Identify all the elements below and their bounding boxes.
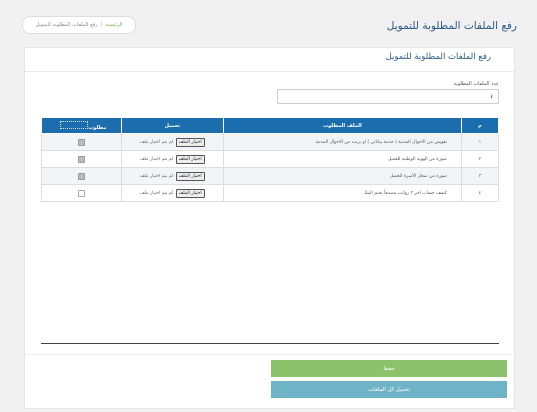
breadcrumb-separator: / <box>100 22 103 28</box>
no-file-chosen-text: لم يتم اختيار ملف <box>140 190 174 196</box>
choose-file-button[interactable]: اختيار الملف <box>175 154 205 164</box>
header-upload: تحميل <box>120 117 224 134</box>
panel-divider <box>25 71 514 72</box>
table-row: ١ تفويض من الاحوال المدنية ( خدمة بيانات… <box>41 133 500 151</box>
file-count-field[interactable]: ٤ <box>277 89 499 104</box>
breadcrumb-current: رفع الملفات المطلوبة للتمويل <box>35 22 98 28</box>
breadcrumb: الرئيسية / رفع الملفات المطلوبة للتمويل <box>22 16 136 34</box>
upload-panel: رفع الملفات المطلوبة للتمويل عدد الملفات… <box>24 47 515 409</box>
footer-divider <box>25 354 514 355</box>
row-required-cell <box>41 184 122 202</box>
no-file-chosen-text: لم يتم اختيار ملف <box>140 139 174 145</box>
page-title: رفع الملفات المطلوبة للتمويل <box>386 20 517 32</box>
header-required: مطلوب <box>41 117 122 134</box>
required-checkbox[interactable] <box>77 155 85 163</box>
row-upload-cell: اختيار الملف لم يتم اختيار ملف <box>120 133 224 151</box>
header-dotted-box <box>60 120 89 129</box>
row-num: ٤ <box>460 184 500 202</box>
required-checkbox[interactable] <box>77 138 85 146</box>
header-required-label: مطلوب <box>88 124 107 131</box>
table-header-row: م الملف المطلوب تحميل مطلوب <box>41 117 500 134</box>
upload-all-files-button[interactable]: تحميل كل الملفات <box>271 381 507 398</box>
no-file-chosen-text: لم يتم اختيار ملف <box>140 156 174 162</box>
row-file-name: صورة من الهوية الوطنية للعميل <box>222 150 462 168</box>
choose-file-button[interactable]: اختيار الملف <box>175 137 205 147</box>
table-bottom-divider <box>41 343 499 344</box>
row-required-cell <box>41 150 122 168</box>
row-file-name: تفويض من الاحوال المدنية ( خدمة بياناتي … <box>222 133 462 151</box>
breadcrumb-home-link[interactable]: الرئيسية <box>105 22 122 28</box>
no-file-chosen-text: لم يتم اختيار ملف <box>140 173 174 179</box>
required-checkbox[interactable] <box>77 172 85 180</box>
table-row: ٢ صورة من الهوية الوطنية للعميل اختيار ا… <box>41 150 500 168</box>
header-file-name: الملف المطلوب <box>222 117 462 134</box>
row-num: ٣ <box>460 167 500 185</box>
row-upload-cell: اختيار الملف لم يتم اختيار ملف <box>120 184 224 202</box>
required-files-table: م الملف المطلوب تحميل مطلوب ١ تفويض من ا… <box>41 117 500 202</box>
save-button[interactable]: حفظ <box>271 360 507 377</box>
header-num: م <box>460 117 500 134</box>
table-row: ٣ صورة من سجل الأسرة للعميل اختيار الملف… <box>41 167 500 185</box>
row-num: ٢ <box>460 150 500 168</box>
row-upload-cell: اختيار الملف لم يتم اختيار ملف <box>120 167 224 185</box>
choose-file-button[interactable]: اختيار الملف <box>175 171 205 181</box>
choose-file-button[interactable]: اختيار الملف <box>175 188 205 198</box>
row-num: ١ <box>460 133 500 151</box>
table-row: ٤ كشف حساب اخر ٣ رواتب مصدقاً بختم البنك… <box>41 184 500 202</box>
required-checkbox[interactable] <box>77 189 85 197</box>
row-required-cell <box>41 133 122 151</box>
row-file-name: كشف حساب اخر ٣ رواتب مصدقاً بختم البنك <box>222 184 462 202</box>
panel-title: رفع الملفات المطلوبة للتمويل <box>385 52 491 62</box>
row-file-name: صورة من سجل الأسرة للعميل <box>222 167 462 185</box>
file-count-label: عدد الملفات المطلوبة <box>453 81 499 87</box>
row-upload-cell: اختيار الملف لم يتم اختيار ملف <box>120 150 224 168</box>
row-required-cell <box>41 167 122 185</box>
